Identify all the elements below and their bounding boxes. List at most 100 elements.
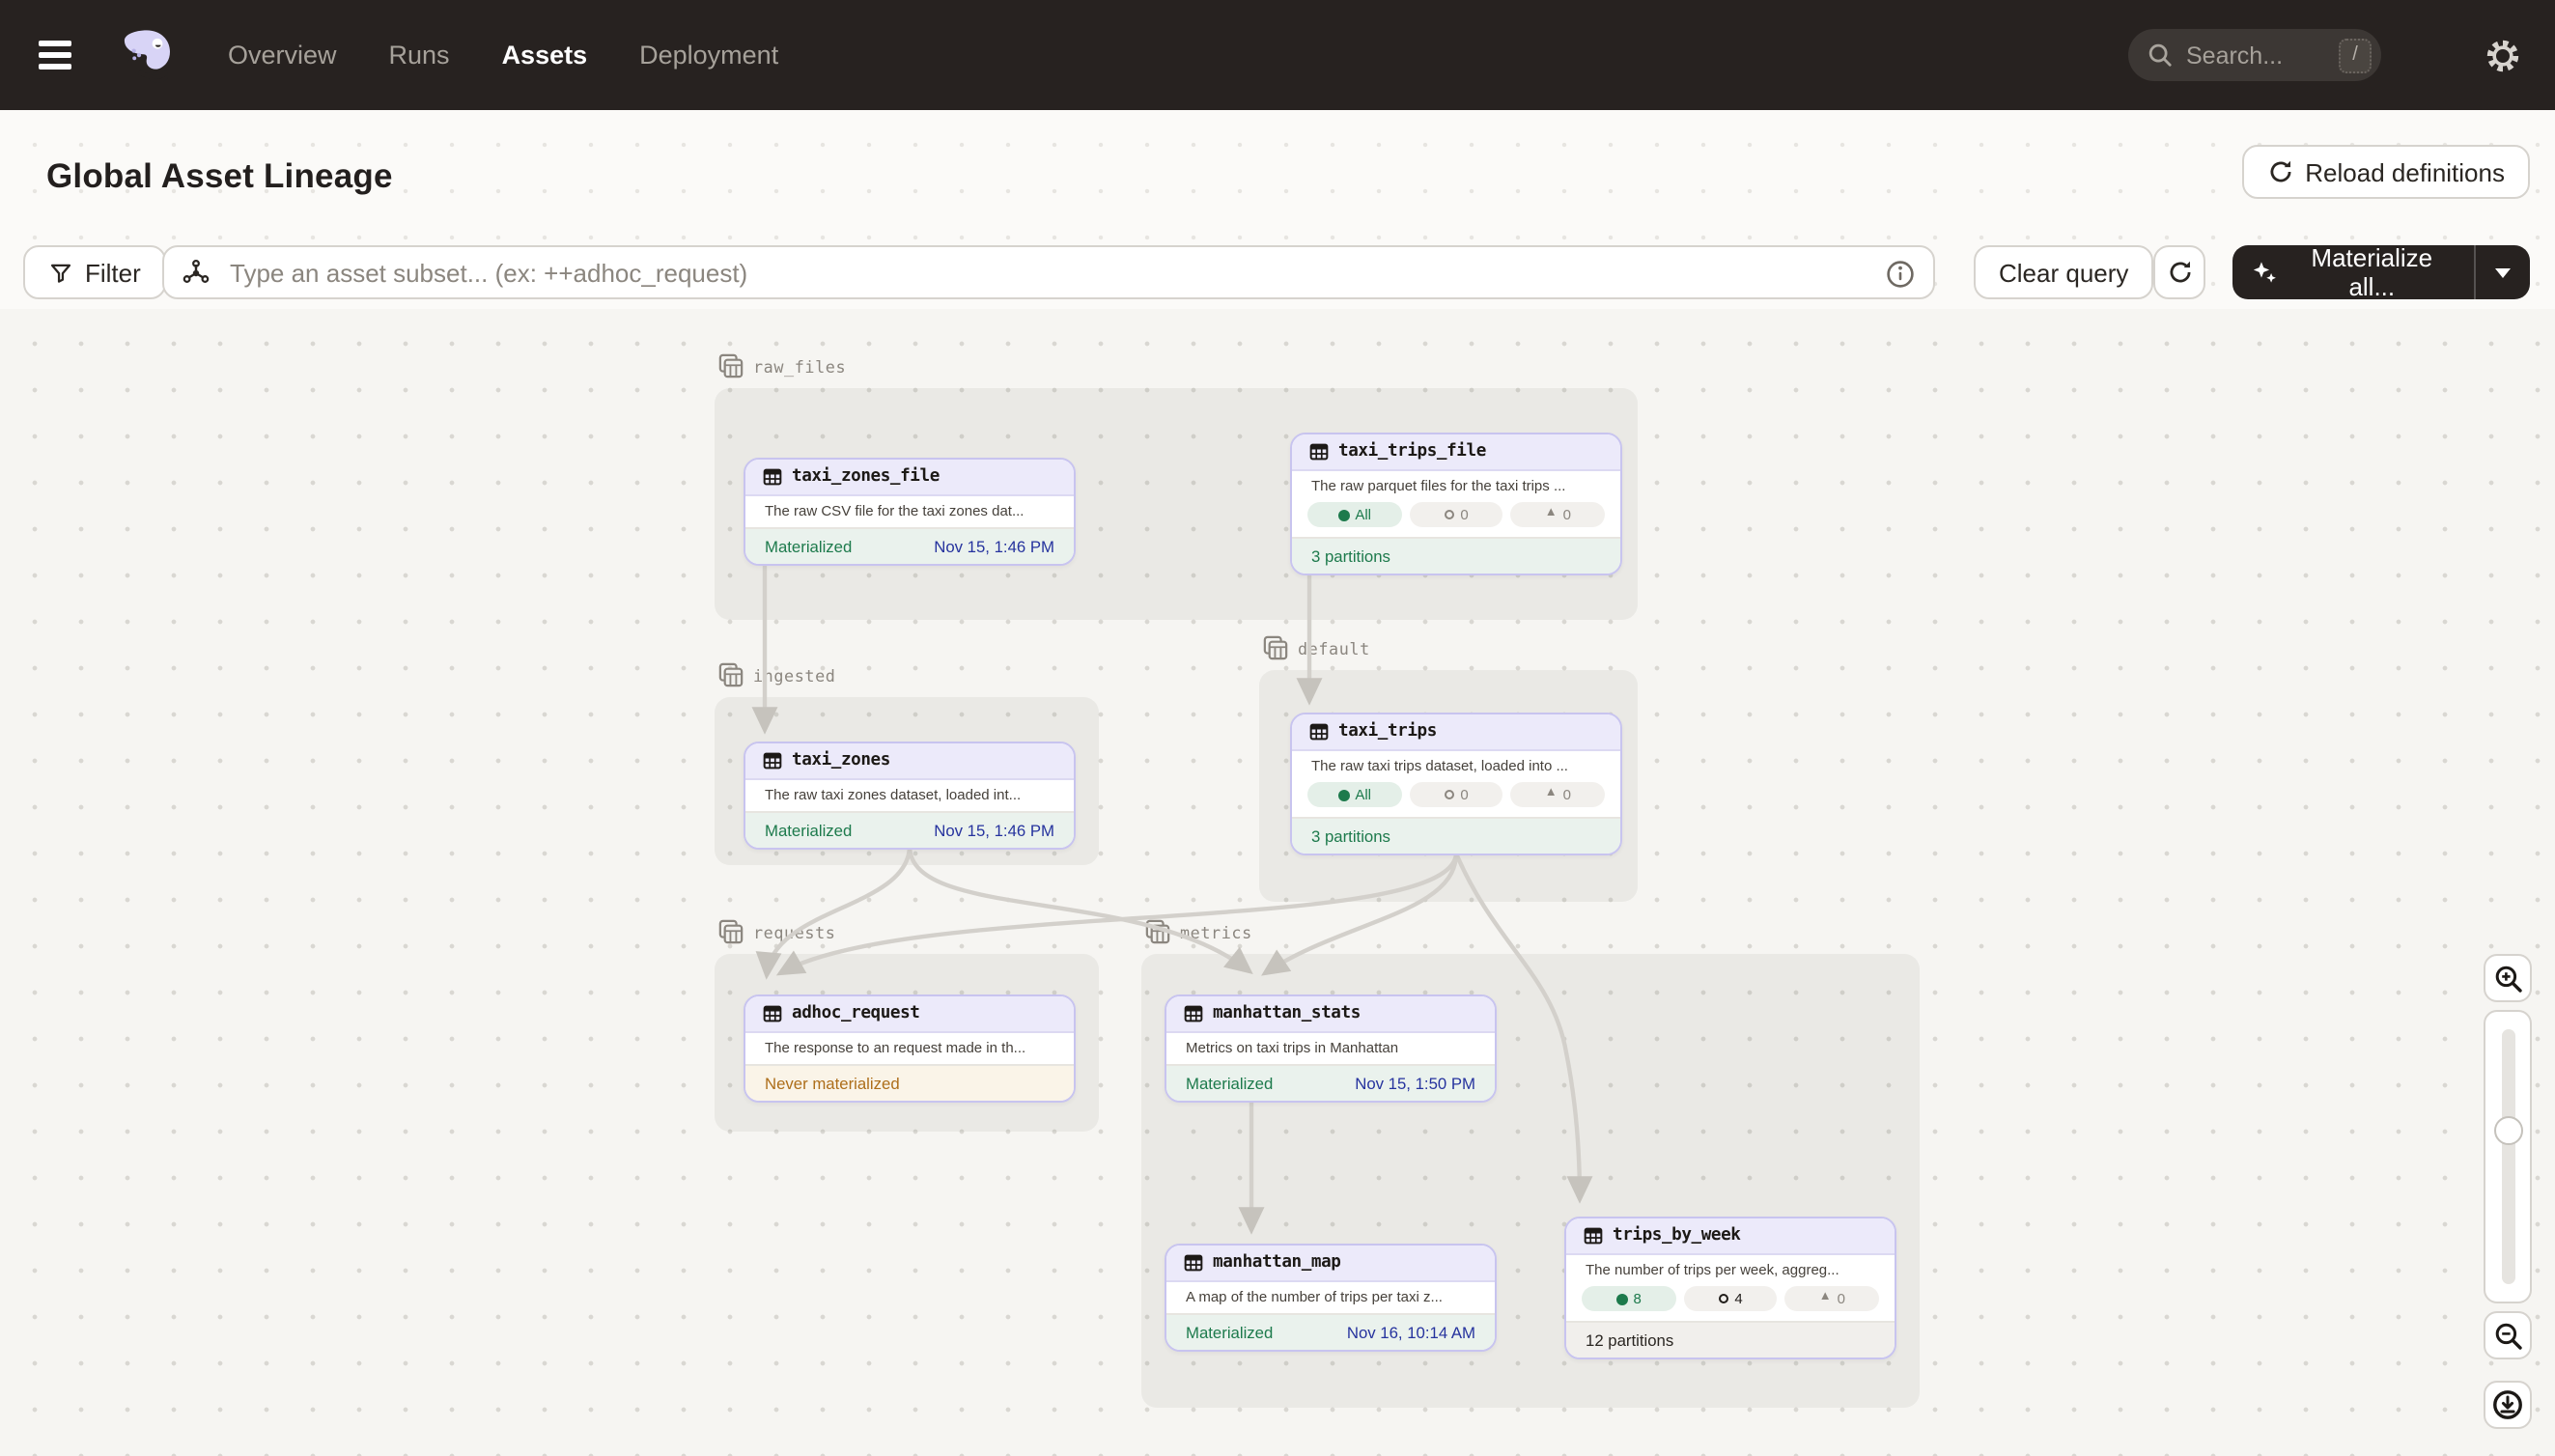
asset-status: 3 partitions	[1311, 546, 1390, 566]
materialize-dropdown-caret[interactable]	[2474, 245, 2530, 299]
partition-pill: ▲0	[1511, 502, 1605, 527]
asset-subset-input[interactable]	[226, 256, 1875, 289]
group-label-ingested: ingested	[718, 662, 836, 687]
asset-status-bar: 12 partitions	[1566, 1321, 1895, 1358]
partition-pill: 8	[1582, 1286, 1675, 1311]
asset-description: The raw CSV file for the taxi zones dat.…	[745, 496, 1074, 527]
nav-link-overview[interactable]: Overview	[228, 41, 337, 70]
search-input[interactable]: Search... /	[2128, 29, 2381, 81]
asset-status-bar: MaterializedNov 15, 1:50 PM	[1166, 1064, 1495, 1101]
asset-status-bar: Materialized Nov 16, 10:14 AM	[1166, 1313, 1495, 1350]
asset-timestamp: Nov 16, 10:14 AM	[1347, 1323, 1475, 1342]
download-image-button[interactable]	[2484, 1381, 2532, 1429]
top-nav: Overview Runs Assets Deployment Search... /	[0, 0, 2555, 110]
filter-button[interactable]: Filter	[23, 245, 166, 299]
zoom-in-button[interactable]	[2484, 954, 2532, 1002]
group-label-metrics: metrics	[1145, 919, 1252, 944]
page-title: Global Asset Lineage	[46, 156, 393, 197]
partition-pill: ▲0	[1511, 782, 1605, 807]
asset-node-header: taxi_zones	[745, 743, 1074, 780]
partition-health-row: 84▲0	[1566, 1286, 1895, 1321]
asset-node-header: trips_by_week	[1566, 1218, 1895, 1255]
partition-pill: All	[1307, 502, 1401, 527]
group-label-default: default	[1263, 635, 1370, 660]
refresh-query-button[interactable]	[2153, 245, 2205, 299]
asset-node-taxi_zones[interactable]: taxi_zones The raw taxi zones dataset, lo…	[744, 742, 1076, 850]
asset-node-taxi_trips_file[interactable]: taxi_trips_file The raw parquet files for…	[1290, 433, 1622, 575]
asset-status: 12 partitions	[1586, 1330, 1673, 1350]
asset-name: manhattan_map	[1213, 1253, 1341, 1273]
zoom-out-button[interactable]	[2484, 1311, 2532, 1359]
nav-link-deployment[interactable]: Deployment	[639, 41, 778, 70]
nav-link-assets[interactable]: Assets	[502, 41, 588, 70]
asset-description: Metrics on taxi trips in Manhattan	[1166, 1033, 1495, 1064]
asset-description: The raw parquet files for the taxi trips…	[1292, 471, 1620, 502]
asset-status-bar: MaterializedNov 15, 1:46 PM	[745, 527, 1074, 564]
asset-node-trips_by_week[interactable]: trips_by_weekThe number of trips per wee…	[1564, 1217, 1896, 1359]
asset-node-taxi_zones_file[interactable]: taxi_zones_fileThe raw CSV file for the …	[744, 458, 1076, 566]
zoom-slider[interactable]	[2484, 1010, 2532, 1303]
nav-links: Overview Runs Assets Deployment	[228, 41, 778, 70]
asset-status-bar: 3 partitions	[1292, 537, 1620, 574]
asset-status: Materialized	[1186, 1323, 1273, 1342]
asset-name: manhattan_stats	[1213, 1004, 1361, 1023]
partition-pill: All	[1307, 782, 1401, 807]
info-icon[interactable]	[1885, 258, 1916, 289]
asset-graph-icon	[182, 258, 211, 287]
asset-timestamp: Nov 15, 1:46 PM	[934, 537, 1054, 556]
clear-query-button[interactable]: Clear query	[1974, 245, 2153, 299]
asset-name: taxi_zones	[792, 751, 890, 770]
materialize-all-button[interactable]: Materialize all...	[2232, 245, 2530, 299]
partition-pill: 0	[1409, 782, 1502, 807]
table-icon	[1309, 442, 1329, 462]
asset-node-adhoc_request[interactable]: adhoc_request The response to an request …	[744, 994, 1076, 1103]
asset-description: The number of trips per week, aggreg...	[1566, 1255, 1895, 1286]
refresh-icon	[2266, 158, 2293, 185]
group-label-requests: requests	[718, 919, 836, 944]
zoom-slider-handle[interactable]	[2493, 1116, 2522, 1145]
asset-subset-field	[162, 245, 1935, 299]
asset-status: Materialized	[765, 821, 852, 840]
asset-status: Never materialized	[765, 1074, 900, 1093]
partition-pill: 4	[1683, 1286, 1777, 1311]
asset-node-header: taxi_zones_file	[745, 460, 1074, 496]
asset-group-icon	[718, 919, 744, 944]
menu-icon[interactable]	[39, 32, 85, 78]
partition-pill: 0	[1409, 502, 1502, 527]
asset-description: The response to an request made in th...	[745, 1033, 1074, 1064]
asset-group-icon	[718, 662, 744, 687]
partition-health-row: All 0 ▲0	[1292, 782, 1620, 817]
app-window: Overview Runs Assets Deployment Search... /…	[0, 0, 2555, 1456]
asset-status-bar: MaterializedNov 15, 1:46 PM	[745, 811, 1074, 848]
asset-name: taxi_trips_file	[1338, 442, 1486, 462]
dagster-logo	[116, 24, 178, 86]
nav-link-runs[interactable]: Runs	[389, 41, 450, 70]
zoom-slider-track	[2501, 1029, 2514, 1284]
refresh-icon	[2166, 259, 2193, 286]
search-shortcut-badge: /	[2339, 38, 2372, 72]
asset-group-icon	[1145, 919, 1170, 944]
chevron-down-icon	[2495, 267, 2511, 277]
zoom-in-icon	[2492, 963, 2523, 994]
asset-node-taxi_trips[interactable]: taxi_tripsThe raw taxi trips dataset, lo…	[1290, 713, 1622, 855]
ring-icon	[1718, 1294, 1728, 1304]
table-icon	[1184, 1004, 1203, 1023]
asset-name: adhoc_request	[792, 1004, 920, 1023]
asset-status: Materialized	[1186, 1074, 1273, 1093]
table-icon	[763, 467, 782, 487]
ring-icon	[1444, 790, 1454, 800]
asset-description: The raw taxi zones dataset, loaded int..…	[745, 780, 1074, 811]
table-icon	[1184, 1253, 1203, 1273]
asset-description: The raw taxi trips dataset, loaded into …	[1292, 751, 1620, 782]
partition-health-row: All 0 ▲0	[1292, 502, 1620, 537]
asset-node-header: adhoc_request	[745, 996, 1074, 1033]
ring-icon	[1444, 510, 1454, 520]
asset-node-manhattan_map[interactable]: manhattan_mapA map of the number of trip…	[1165, 1244, 1497, 1352]
asset-status-bar: 3 partitions	[1292, 817, 1620, 854]
zoom-out-icon	[2492, 1320, 2523, 1351]
asset-group-icon	[1263, 635, 1288, 660]
gear-icon[interactable]	[2480, 33, 2526, 79]
asset-node-manhattan_stats[interactable]: manhattan_stats Metrics on taxi trips in …	[1165, 994, 1497, 1103]
page-content: Global Asset Lineage Reload definitions …	[0, 110, 2555, 1456]
reload-definitions-button[interactable]: Reload definitions	[2241, 145, 2530, 199]
